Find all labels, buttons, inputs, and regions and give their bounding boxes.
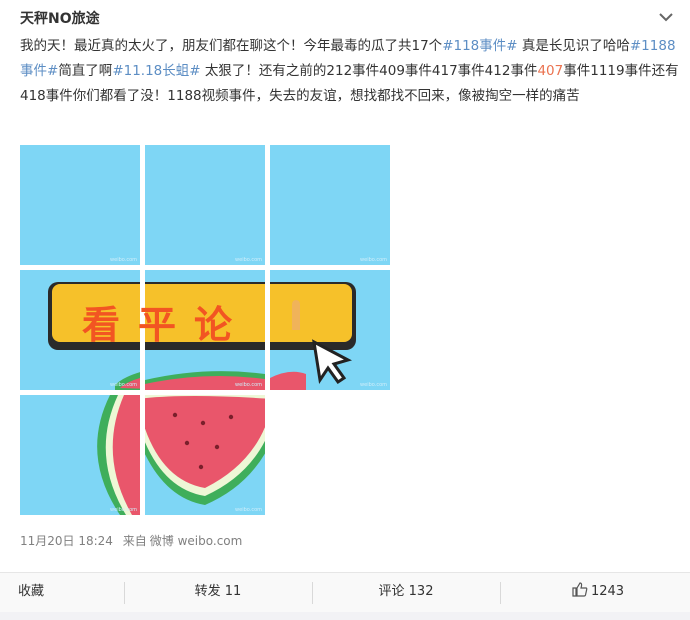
- timestamp[interactable]: 11月20日 18:24: [20, 534, 113, 548]
- image-thumb-3[interactable]: weibo.com: [270, 145, 390, 265]
- like-button[interactable]: 1243: [506, 573, 690, 613]
- post-text-segment: 简直了啊: [58, 63, 113, 79]
- highlighted-text: 407: [537, 63, 564, 79]
- image-thumb-1[interactable]: weibo.com: [20, 145, 140, 265]
- image-thumb-6[interactable]: weibo.com: [270, 270, 390, 390]
- image-thumb-4[interactable]: weibo.com: [20, 270, 140, 390]
- post-text: 我的天！最近真的太火了，朋友们都在聊这个！今年最毒的瓜了共17个#118事件# …: [20, 34, 680, 109]
- action-bar: 收藏 转发 11 评论 132 1243: [0, 572, 690, 612]
- post-text-segment: 太狠了！还有之前的212事件409事件417事件412事件: [200, 63, 538, 79]
- source-link[interactable]: 微博 weibo.com: [150, 534, 243, 548]
- source-prefix: 来自: [122, 534, 147, 548]
- image-grid: weibo.com weibo.com weibo.com weibo.com …: [20, 145, 390, 517]
- comment-button[interactable]: 评论 132: [318, 573, 494, 613]
- post-meta: 11月20日 18:24 来自 微博 weibo.com: [20, 532, 248, 549]
- author-name[interactable]: 天秤NO旅途: [20, 8, 100, 28]
- divider: [124, 582, 125, 604]
- divider: [312, 582, 313, 604]
- divider: [500, 582, 501, 604]
- hashtag-link[interactable]: #11.18长蛆#: [112, 63, 200, 79]
- image-thumb-2[interactable]: weibo.com: [145, 145, 265, 265]
- bottom-border: [0, 612, 690, 620]
- hashtag-link[interactable]: #118事件#: [442, 38, 517, 54]
- image-thumb-5[interactable]: weibo.com: [145, 270, 265, 390]
- image-thumb-7[interactable]: weibo.com: [20, 395, 140, 515]
- favorite-button[interactable]: 收藏: [18, 573, 78, 613]
- repost-button[interactable]: 转发 11: [130, 573, 306, 613]
- post-text-segment: 我的天！最近真的太火了，朋友们都在聊这个！今年最毒的瓜了共17个: [20, 38, 443, 54]
- thumbs-up-icon: [572, 582, 588, 597]
- like-count: 1243: [590, 584, 625, 599]
- chevron-down-icon[interactable]: [656, 9, 676, 25]
- image-thumb-8[interactable]: weibo.com: [145, 395, 265, 515]
- weibo-post: 天秤NO旅途 我的天！最近真的太火了，朋友们都在聊这个！今年最毒的瓜了共17个#…: [0, 0, 690, 572]
- post-text-segment: 真是长见识了哈哈: [517, 38, 630, 54]
